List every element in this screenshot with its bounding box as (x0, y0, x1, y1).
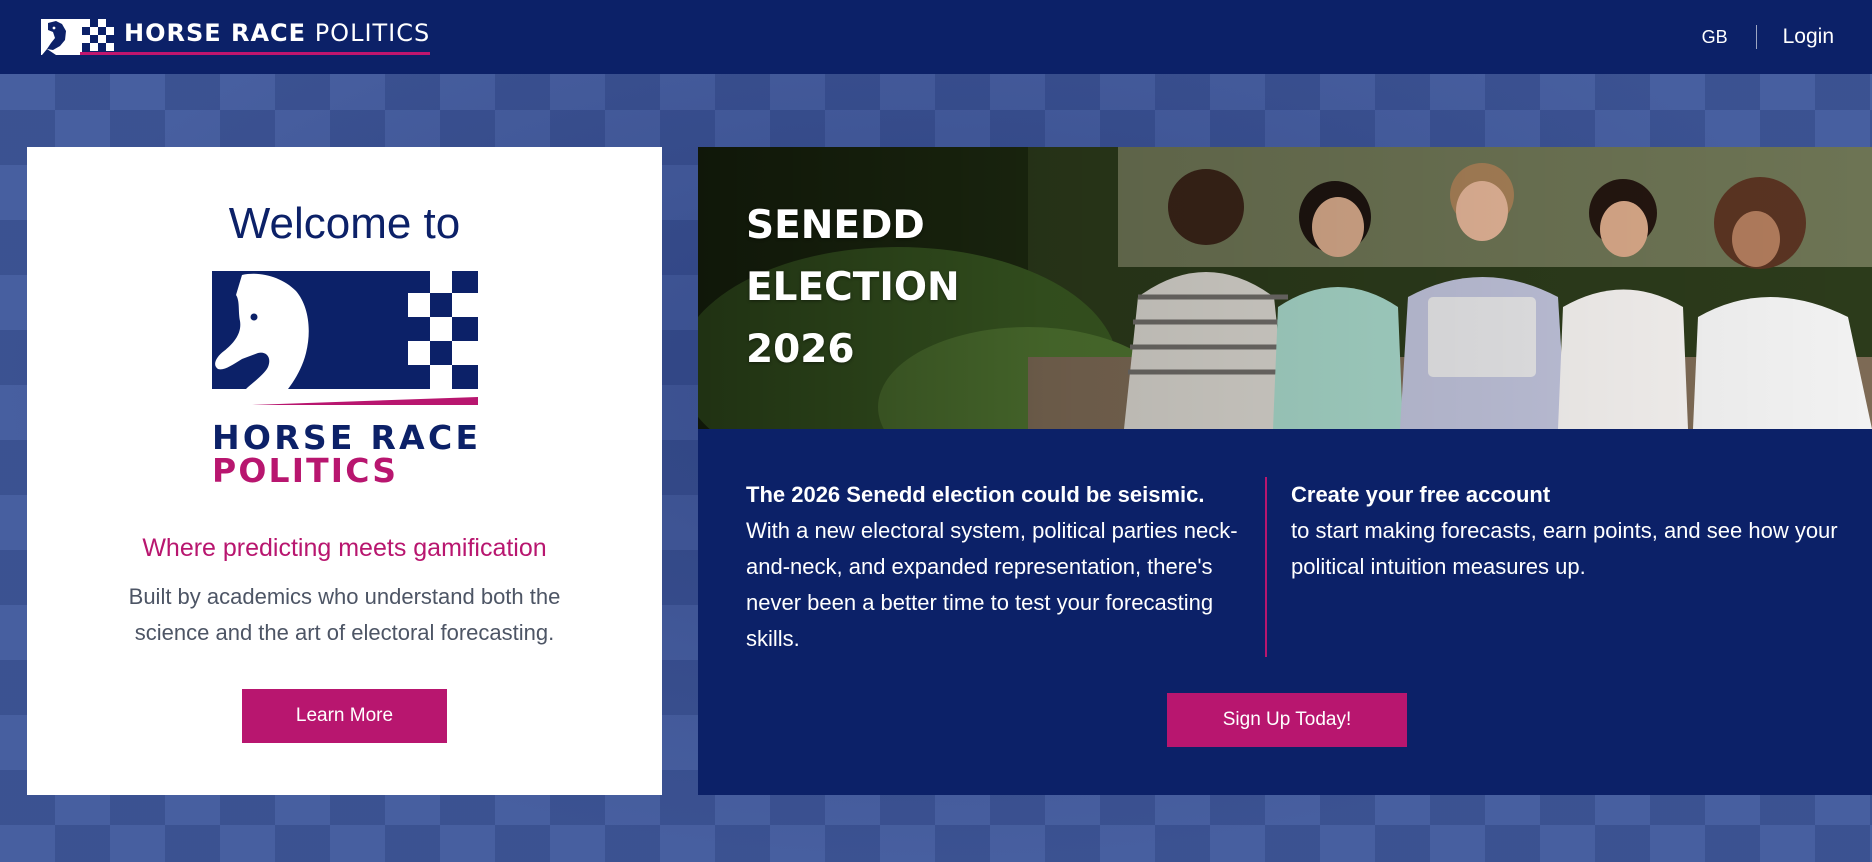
login-link[interactable]: Login (1783, 25, 1834, 49)
nav-divider (1755, 25, 1757, 49)
tagline: Where predicting meets gamification (142, 534, 547, 562)
brand-home-link[interactable]: HORSE RACE POLITICS (38, 15, 431, 59)
account-body: to start making forecasts, earn points, … (1291, 518, 1838, 579)
account-headline: Create your free account (1291, 482, 1551, 507)
hero-title: SENEDD ELECTION 2026 (746, 203, 960, 372)
election-info-right: Create your free account to start making… (1267, 477, 1846, 667)
election-info-columns: The 2026 Senedd election could be seismi… (746, 477, 1846, 667)
election-body: With a new electoral system, political p… (746, 518, 1238, 651)
learn-more-button[interactable]: Learn More (242, 689, 447, 743)
top-navigation-bar: HORSE RACE POLITICS GB Login (0, 0, 1872, 74)
header-nav: GB Login (1702, 25, 1834, 49)
brand-underline (80, 52, 431, 55)
election-panel: SENEDD ELECTION 2026 The 2026 Senedd ele… (698, 147, 1872, 795)
brand-name: HORSE RACE POLITICS (124, 19, 431, 47)
sign-up-button[interactable]: Sign Up Today! (1167, 693, 1407, 747)
horse-race-politics-logo: HORSE RACE POLITICS (211, 271, 478, 486)
election-info-left: The 2026 Senedd election could be seismi… (746, 477, 1265, 667)
welcome-title: Welcome to (228, 199, 461, 248)
brand-wordmark: HORSE RACE POLITICS (80, 19, 431, 55)
hero-banner: SENEDD ELECTION 2026 (698, 147, 1872, 429)
welcome-description: Built by academics who understand both t… (128, 584, 561, 645)
election-headline: The 2026 Senedd election could be seismi… (746, 482, 1205, 507)
welcome-card: Welcome to HORSE RACE POLITICS Where pre… (27, 147, 662, 795)
region-selector[interactable]: GB (1702, 27, 1728, 48)
